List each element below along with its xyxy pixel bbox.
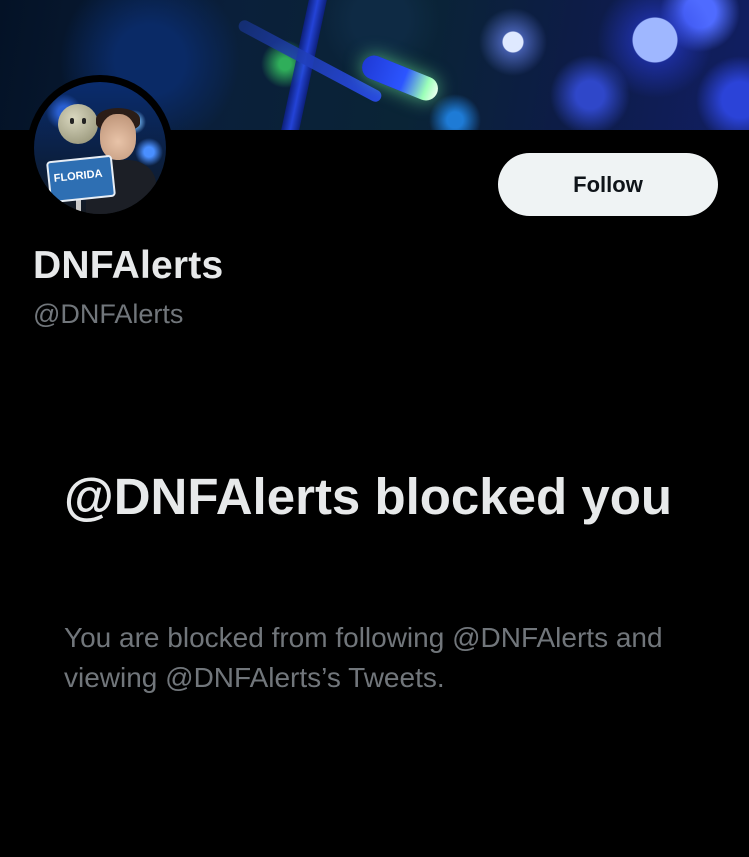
avatar-florida-sign: FLORIDA <box>45 154 117 204</box>
blocked-title: @DNFAlerts blocked you <box>64 468 673 525</box>
avatar-mascot <box>58 104 98 144</box>
avatar-sign-text: FLORIDA <box>53 167 104 185</box>
profile-handle: @DNFAlerts <box>33 299 184 329</box>
avatar-person-face <box>100 114 136 160</box>
profile-display-name: DNFAlerts <box>33 244 224 287</box>
avatar-photo: FLORIDA <box>34 82 166 214</box>
blocked-description: You are blocked from following @DNFAlert… <box>64 622 663 693</box>
follow-button[interactable]: Follow <box>498 153 718 216</box>
avatar[interactable]: FLORIDA <box>27 75 173 221</box>
